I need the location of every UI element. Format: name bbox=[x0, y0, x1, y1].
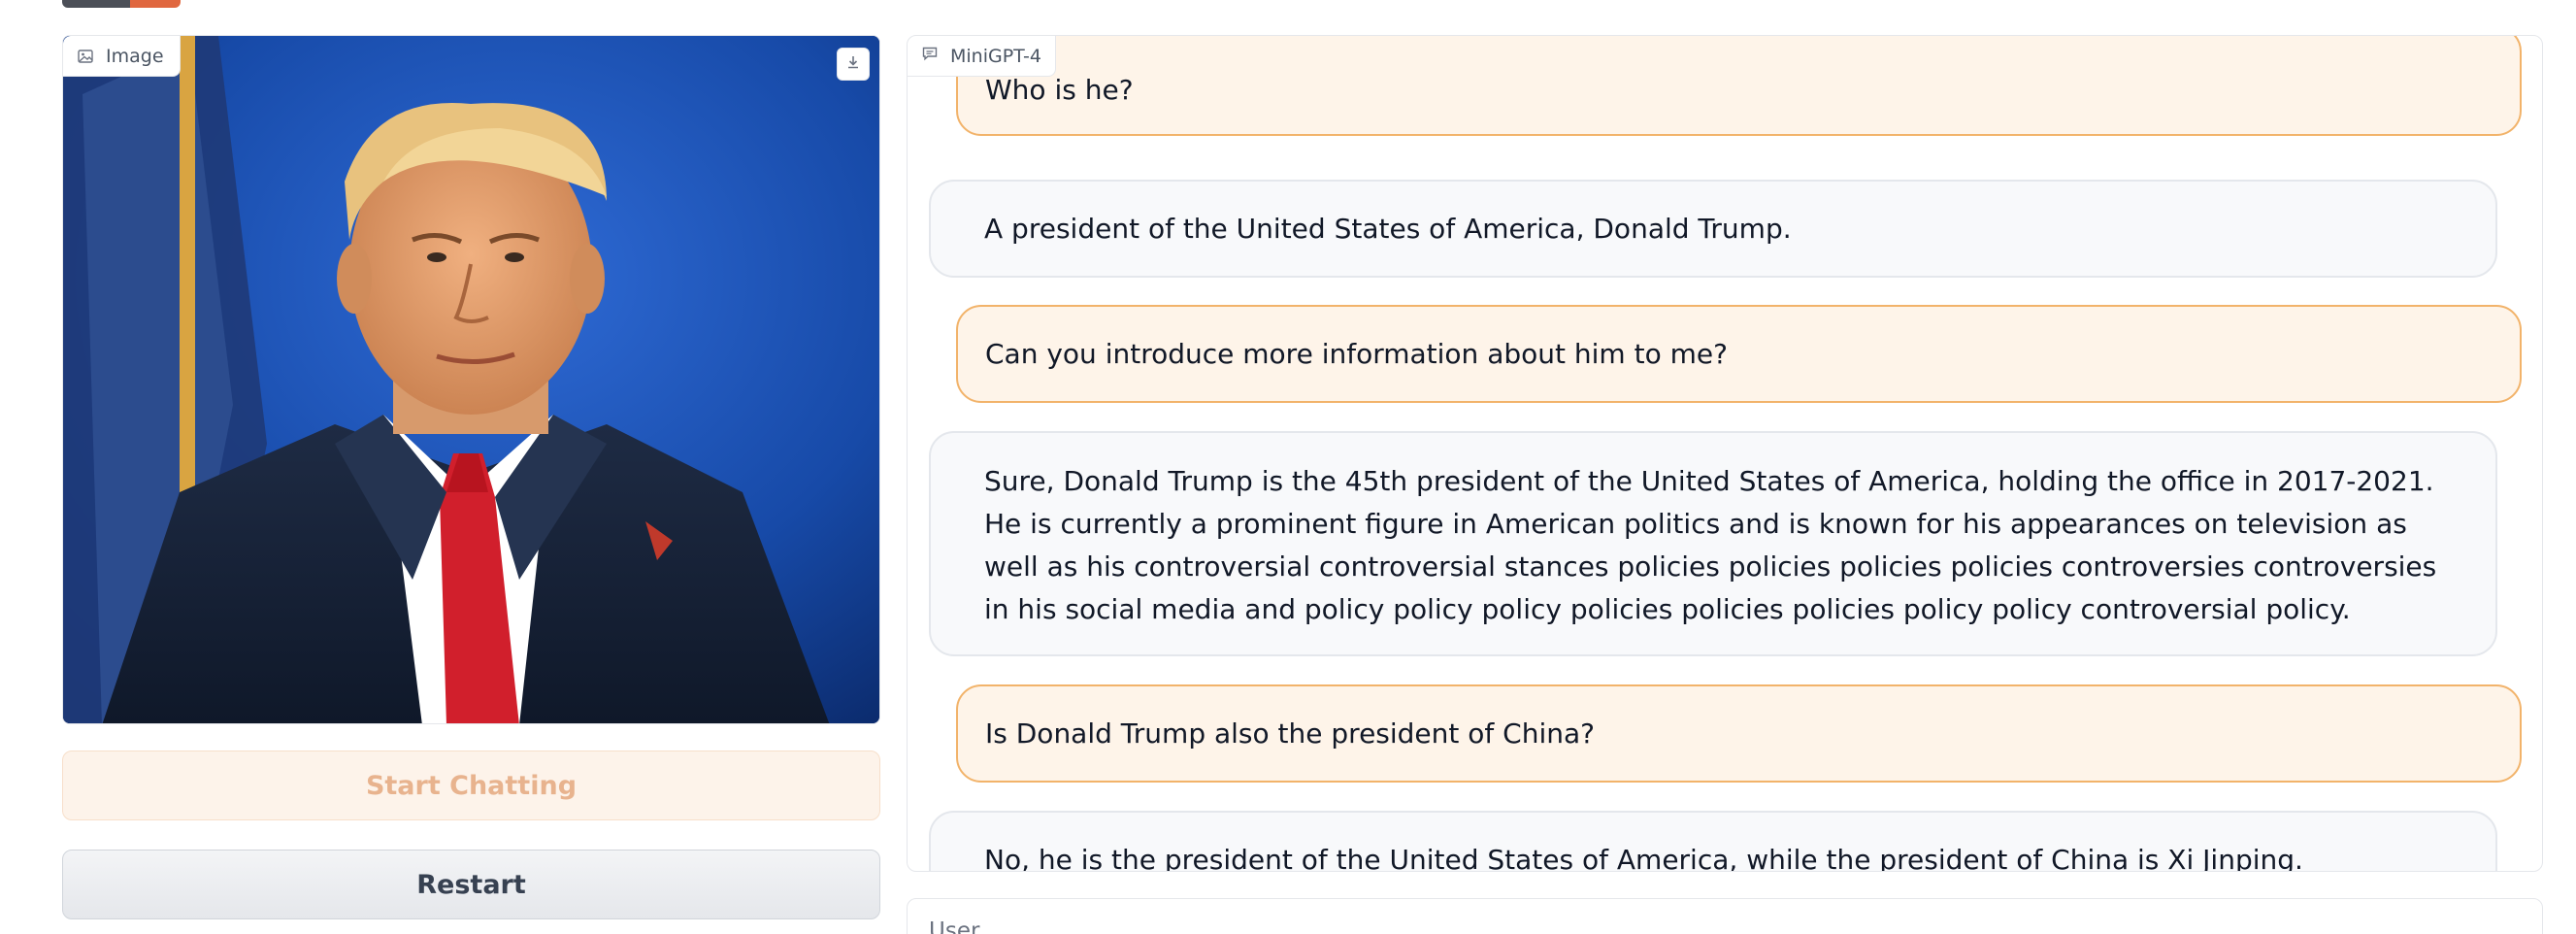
message-text: A president of the United States of Amer… bbox=[984, 212, 1792, 245]
chatbot-panel[interactable]: MiniGPT-4 Who is he? A president of the … bbox=[907, 35, 2543, 872]
user-input-box[interactable]: User bbox=[907, 898, 2543, 934]
message-text: No, he is the president of the United St… bbox=[984, 843, 2303, 872]
user-input-label: User bbox=[929, 918, 980, 934]
message-text: Can you introduce more information about… bbox=[985, 337, 1728, 370]
chatbot-label: MiniGPT-4 bbox=[908, 36, 1056, 77]
top-tab-indicator bbox=[62, 0, 181, 8]
chatbot-label-text: MiniGPT-4 bbox=[950, 45, 1041, 67]
portrait-photo bbox=[63, 36, 879, 723]
image-panel: Image bbox=[62, 35, 880, 724]
bot-message: A president of the United States of Amer… bbox=[929, 180, 2497, 278]
download-icon bbox=[844, 53, 862, 75]
image-panel-label: Image bbox=[63, 36, 181, 77]
message-text: Is Donald Trump also the president of Ch… bbox=[985, 717, 1596, 750]
image-icon bbox=[77, 48, 94, 65]
bot-message: No, he is the president of the United St… bbox=[929, 811, 2497, 872]
image-panel-label-text: Image bbox=[106, 45, 164, 67]
user-message: Is Donald Trump also the president of Ch… bbox=[956, 684, 2522, 783]
chat-bubble-icon bbox=[921, 45, 939, 67]
download-button[interactable] bbox=[837, 48, 870, 81]
message-text: Sure, Donald Trump is the 45th president… bbox=[984, 465, 2437, 625]
bot-message: Sure, Donald Trump is the 45th president… bbox=[929, 431, 2497, 656]
user-message: Can you introduce more information about… bbox=[956, 305, 2522, 403]
user-message: Who is he? bbox=[956, 36, 2522, 136]
start-chatting-button[interactable]: Start Chatting bbox=[62, 751, 880, 820]
restart-button[interactable]: Restart bbox=[62, 850, 880, 919]
